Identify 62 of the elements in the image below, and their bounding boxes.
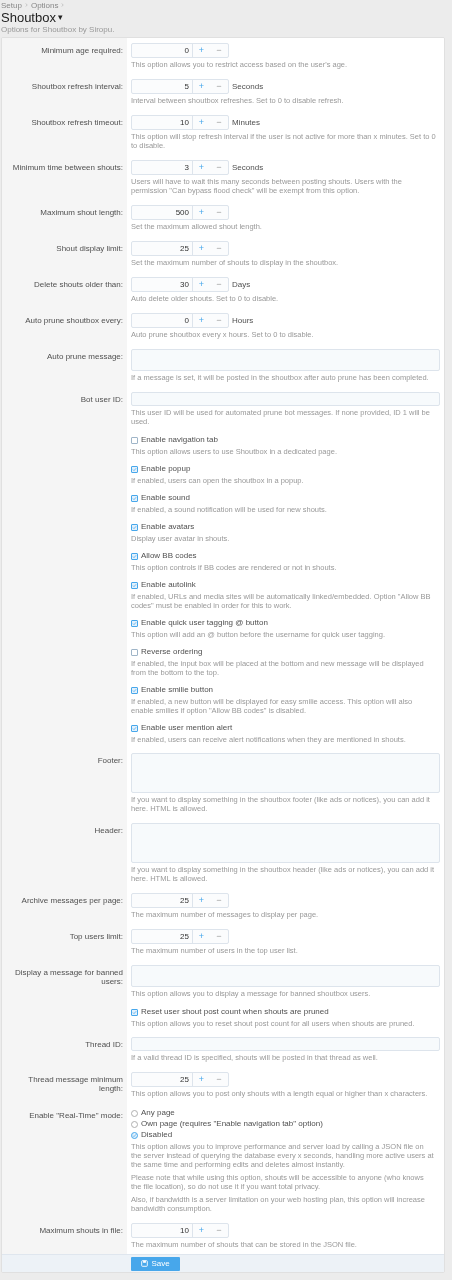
radio-button[interactable] [131, 1120, 138, 1128]
checkbox-option[interactable]: Enable popup [131, 464, 440, 474]
field-label: Maximum shout length: [40, 207, 123, 219]
checkbox[interactable] [131, 494, 138, 502]
field-label: Archive messages per page: [21, 895, 123, 907]
checkbox[interactable] [131, 724, 138, 732]
checkbox[interactable] [131, 465, 138, 473]
text-area[interactable] [131, 823, 440, 863]
checkbox[interactable] [131, 1008, 138, 1016]
unit-label: Minutes [232, 116, 260, 129]
radio-button[interactable] [131, 1109, 138, 1117]
field-label: Bot user ID: [80, 394, 123, 406]
checkbox-option[interactable]: Enable autolink [131, 580, 440, 590]
radio-option[interactable]: Any page [131, 1108, 440, 1118]
checkbox[interactable] [131, 552, 138, 560]
checkbox[interactable] [131, 686, 138, 694]
field-label: Thread ID: [85, 1039, 123, 1051]
radio-button[interactable] [131, 1131, 138, 1139]
field-label: Shoutbox refresh interval: [31, 81, 123, 93]
field-label: Minimum time between shouts: [12, 162, 123, 174]
field-label: Top users limit: [69, 931, 123, 943]
caret-icon[interactable]: ▾ [57, 13, 63, 22]
checkbox[interactable] [131, 436, 138, 444]
unit-label: Hours [232, 314, 254, 327]
checkbox-option[interactable]: Enable quick user tagging @ button [131, 618, 440, 628]
save-icon [141, 1260, 149, 1267]
field-label: Shoutbox refresh timeout: [31, 117, 123, 129]
checkbox[interactable] [131, 581, 138, 589]
field-label: Display a message for banned users: [13, 967, 123, 988]
field-label: Enable "Real-Time" mode: [29, 1110, 123, 1122]
checkbox[interactable] [131, 648, 138, 656]
radio-option[interactable]: Disabled [131, 1130, 440, 1140]
text-area[interactable] [131, 349, 440, 371]
field-label: Shout display limit: [56, 243, 123, 255]
field-label: Auto prune message: [46, 351, 123, 363]
checkbox-option[interactable]: Enable sound [131, 493, 440, 503]
checkbox-option[interactable]: Enable navigation tab [131, 435, 440, 445]
text-input[interactable] [131, 1037, 440, 1051]
text-area[interactable] [131, 965, 440, 987]
page-title: Shoutbox [1, 11, 56, 24]
field-label: Footer: [97, 755, 123, 767]
checkbox-option[interactable]: Enable avatars [131, 522, 440, 532]
radio-option[interactable]: Own page (requires "Enable navigation tab" option) [131, 1119, 440, 1129]
field-label: Thread message minimum length: [27, 1074, 123, 1095]
page-subtitle: Options for Shoutbox by Siropu. [1, 25, 116, 35]
field-label: Auto prune shoutbox every: [25, 315, 123, 327]
checkbox-option[interactable]: Reverse ordering [131, 647, 440, 657]
checkbox-option[interactable]: Allow BB codes [131, 551, 440, 561]
unit-label: Seconds [232, 80, 264, 93]
field-label: Header: [94, 825, 123, 837]
text-input[interactable] [131, 392, 440, 406]
checkbox[interactable] [131, 523, 138, 531]
checkbox-option[interactable]: Reset user shout post count when shouts are pruned [131, 1007, 440, 1017]
text-area[interactable] [131, 753, 440, 793]
unit-label: Days [232, 278, 251, 291]
checkbox-option[interactable]: Enable smilie button [131, 685, 440, 695]
checkbox-option[interactable]: Enable user mention alert [131, 723, 440, 733]
field-label: Minimum age required: [41, 45, 123, 57]
unit-label: Seconds [232, 161, 264, 174]
checkbox[interactable] [131, 619, 138, 627]
field-label: Delete shouts older than: [34, 279, 123, 291]
field-label: Maximum shouts in file: [39, 1225, 123, 1237]
